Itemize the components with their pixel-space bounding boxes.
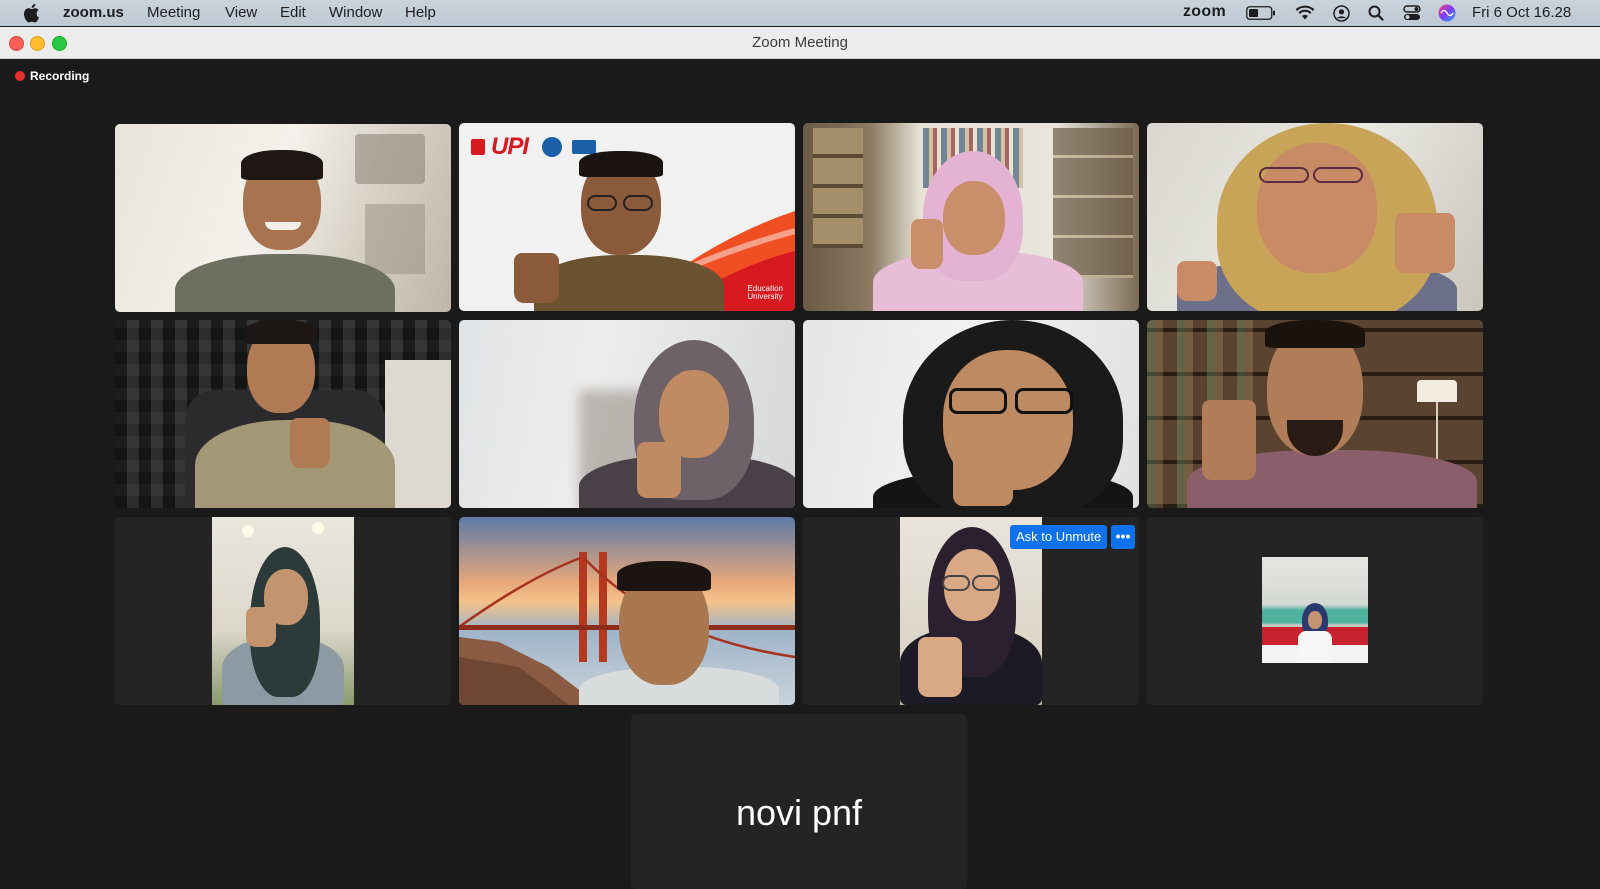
video-feed <box>459 320 795 508</box>
video-tile[interactable] <box>803 123 1139 311</box>
apple-icon[interactable] <box>22 3 40 23</box>
video-tile[interactable] <box>115 320 451 508</box>
control-center-icon[interactable] <box>1403 5 1421 21</box>
menu-edit[interactable]: Edit <box>280 4 306 21</box>
video-tile[interactable]: UPI Education University <box>459 123 795 311</box>
video-tile[interactable] <box>459 517 795 705</box>
video-tile[interactable] <box>1147 123 1483 311</box>
video-tile[interactable] <box>1147 320 1483 508</box>
video-feed <box>115 124 451 312</box>
recording-indicator[interactable]: Recording <box>15 69 89 83</box>
video-feed <box>803 320 1139 508</box>
upi-logo: UPI <box>471 133 597 161</box>
recording-label: Recording <box>30 69 90 83</box>
participant-name: novi pnf <box>735 792 863 833</box>
user-icon[interactable] <box>1333 5 1350 22</box>
menubar-clock[interactable]: Fri 6 Oct 16.28 <box>1472 4 1571 21</box>
recording-dot-icon <box>15 71 25 81</box>
menu-app-name[interactable]: zoom.us <box>63 4 124 21</box>
video-feed <box>212 517 354 705</box>
video-tile[interactable] <box>459 320 795 508</box>
video-feed: UPI Education University <box>459 123 795 311</box>
video-feed <box>1147 320 1483 508</box>
menu-meeting[interactable]: Meeting <box>147 4 200 21</box>
more-options-icon[interactable]: ••• <box>1111 525 1135 549</box>
video-tile-muted[interactable]: Ask to Unmute ••• <box>803 517 1139 705</box>
ask-to-unmute-button[interactable]: Ask to Unmute <box>1010 525 1108 549</box>
menu-bar: zoom.us Meeting View Edit Window Help zo… <box>0 0 1600 26</box>
education-university-text: Education University <box>747 285 783 301</box>
video-feed <box>803 123 1139 311</box>
video-tile-active-speaker[interactable] <box>115 124 451 312</box>
university-text: University <box>747 292 783 301</box>
video-tile[interactable] <box>115 517 451 705</box>
upi-logo-text: UPI <box>491 133 529 160</box>
video-feed <box>459 517 795 705</box>
battery-icon[interactable] <box>1246 6 1276 20</box>
search-icon[interactable] <box>1368 5 1384 21</box>
window-titlebar[interactable]: Zoom Meeting <box>0 27 1600 59</box>
video-tile-profile-picture[interactable] <box>1147 517 1483 705</box>
video-tile-name-only[interactable]: novi pnf <box>631 714 967 889</box>
menu-help[interactable]: Help <box>405 4 436 21</box>
profile-picture <box>1262 557 1368 663</box>
meeting-gallery: Recording UPI Education University Ask t… <box>0 59 1600 889</box>
window-title: Zoom Meeting <box>752 34 848 51</box>
siri-icon[interactable] <box>1438 4 1456 22</box>
wifi-icon[interactable] <box>1295 5 1315 21</box>
menu-window[interactable]: Window <box>329 4 382 21</box>
video-feed <box>115 320 451 508</box>
zoom-status-logo[interactable]: zoom <box>1183 3 1226 21</box>
video-tile[interactable] <box>803 320 1139 508</box>
menu-view[interactable]: View <box>225 4 257 21</box>
video-feed <box>1147 123 1483 311</box>
